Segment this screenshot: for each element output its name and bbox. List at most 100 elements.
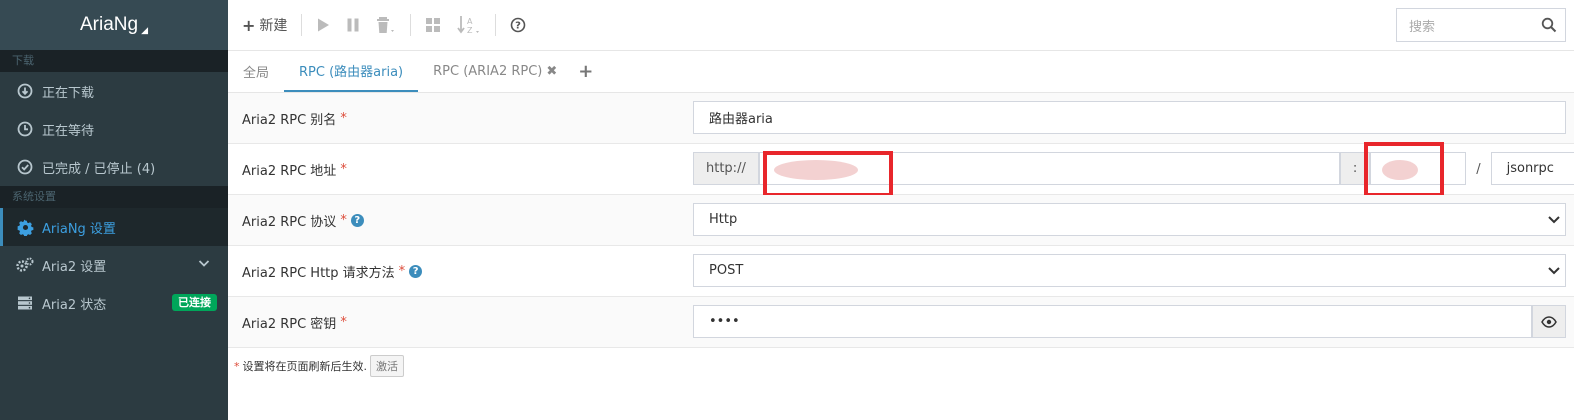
protocol-select[interactable]: Http xyxy=(693,203,1566,236)
sort-alpha-icon: AZ xyxy=(457,16,480,35)
new-task-label: 新建 xyxy=(259,18,288,34)
sidebar-item-aria2-status[interactable]: Aria2 状态 已连接 xyxy=(0,284,228,322)
method-select[interactable]: POST xyxy=(693,254,1566,287)
alias-control: 路由器aria xyxy=(693,101,1566,134)
close-tab-icon[interactable]: ✖ xyxy=(546,64,557,79)
toolbar-divider xyxy=(301,14,303,36)
sidebar: AriaNg ◢ 下载 正在下载 正在等待 已完成 / 已停止 (4) 系统设置 xyxy=(0,0,228,420)
method-selected: POST xyxy=(709,263,744,278)
clock-icon xyxy=(16,120,34,138)
svg-text:A: A xyxy=(467,17,473,26)
new-task-button[interactable]: + 新建 xyxy=(228,0,295,51)
pause-button[interactable] xyxy=(338,0,368,51)
redaction-box-host xyxy=(763,151,893,197)
help-button[interactable]: ? xyxy=(502,0,534,51)
alias-label-text: Aria2 RPC 别名 xyxy=(242,113,337,128)
path-input[interactable]: jsonrpc xyxy=(1490,152,1574,185)
chevron-down-icon xyxy=(1547,212,1561,230)
settings-tabs: 全局 RPC (路由器aria) RPC (ARIA2 RPC) ✖ + xyxy=(228,51,1574,93)
eye-icon xyxy=(1541,315,1557,328)
sidebar-item-label: Aria2 设置 xyxy=(42,259,107,275)
plus-icon: + xyxy=(578,60,594,82)
search-placeholder: 搜索 xyxy=(1409,19,1436,35)
secret-control: •••• xyxy=(693,305,1566,338)
gears-icon xyxy=(16,256,34,274)
top-toolbar: + 新建 AZ ? 搜索 xyxy=(228,0,1574,51)
brand-caret-icon: ◢ xyxy=(141,24,148,35)
svg-text:Z: Z xyxy=(467,26,473,35)
section-header-settings: 系统设置 xyxy=(0,186,228,208)
select-all-button[interactable] xyxy=(417,0,449,51)
sort-button[interactable]: AZ xyxy=(449,0,489,51)
secret-label: Aria2 RPC 密钥 * xyxy=(242,297,347,348)
play-icon xyxy=(318,18,330,32)
section-header-download: 下载 xyxy=(0,50,228,72)
form-row-protocol: Aria2 RPC 协议 * ? Http xyxy=(228,195,1574,246)
delete-button[interactable] xyxy=(368,0,404,51)
protocol-selected: Http xyxy=(709,212,738,227)
tab-global[interactable]: 全局 xyxy=(228,50,284,92)
activate-button[interactable]: 激活 xyxy=(370,355,404,377)
required-mark: * xyxy=(340,315,347,330)
brand-logo[interactable]: AriaNg ◢ xyxy=(0,0,228,50)
settings-footer-note: * 设置将在页面刷新后生效. 激活 xyxy=(234,355,404,377)
toolbar-divider xyxy=(495,14,497,36)
protocol-addon: http:// xyxy=(693,152,759,185)
tab-label: RPC (路由器aria) xyxy=(299,64,404,80)
sidebar-item-downloading[interactable]: 正在下载 xyxy=(0,72,228,110)
required-mark: * xyxy=(340,111,347,126)
sidebar-item-waiting[interactable]: 正在等待 xyxy=(0,110,228,148)
check-circle-icon xyxy=(16,158,34,176)
help-icon[interactable]: ? xyxy=(350,214,364,227)
tab-label: 全局 xyxy=(243,65,270,81)
rpc-settings-form: Aria2 RPC 别名 * 路由器aria Aria2 RPC 地址 * http… xyxy=(228,93,1574,348)
download-circle-icon xyxy=(16,82,34,100)
search-icon xyxy=(1541,17,1557,37)
sidebar-item-label: AriaNg 设置 xyxy=(42,221,116,237)
sidebar-item-aria2-settings[interactable]: Aria2 设置 xyxy=(0,246,228,284)
address-label-text: Aria2 RPC 地址 xyxy=(242,164,337,179)
svg-text:?: ? xyxy=(516,21,522,32)
gear-icon xyxy=(16,218,34,236)
question-circle-icon: ? xyxy=(511,17,526,33)
chevron-down-icon xyxy=(198,257,210,273)
form-row-address: Aria2 RPC 地址 * http:// : / jsonrpc xyxy=(228,142,1574,197)
sidebar-item-stopped[interactable]: 已完成 / 已停止 (4) xyxy=(0,148,228,186)
sidebar-item-label: 正在下载 xyxy=(42,85,95,101)
method-control: POST xyxy=(693,254,1566,287)
add-rpc-button[interactable]: + xyxy=(572,50,599,92)
form-row-method: Aria2 RPC Http 请求方法 * ? POST xyxy=(228,246,1574,297)
secret-label-text: Aria2 RPC 密钥 xyxy=(242,317,337,332)
footer-note-text: 设置将在页面刷新后生效. xyxy=(242,360,368,373)
help-icon[interactable]: ? xyxy=(409,265,423,278)
sidebar-item-label: 已完成 / 已停止 (4) xyxy=(42,161,156,177)
form-row-alias: Aria2 RPC 别名 * 路由器aria xyxy=(228,93,1574,144)
tab-rpc-router[interactable]: RPC (路由器aria) xyxy=(284,50,419,92)
tab-label: RPC (ARIA2 RPC) xyxy=(433,63,543,79)
connection-status-badge: 已连接 xyxy=(172,294,217,311)
required-mark: * xyxy=(340,213,347,228)
required-mark: * xyxy=(398,264,406,279)
chevron-down-icon xyxy=(1547,263,1561,281)
toolbar-divider xyxy=(410,14,412,36)
ariang-app: AriaNg ◢ 下载 正在下载 正在等待 已完成 / 已停止 (4) 系统设置 xyxy=(0,0,1574,420)
address-label: Aria2 RPC 地址 * xyxy=(242,144,347,195)
brand-title: AriaNg xyxy=(80,14,139,35)
server-icon xyxy=(16,294,34,312)
start-button[interactable] xyxy=(308,0,338,51)
alias-label: Aria2 RPC 别名 * xyxy=(242,93,347,144)
alias-input[interactable]: 路由器aria xyxy=(693,101,1566,134)
plus-icon: + xyxy=(242,15,256,35)
trash-icon xyxy=(377,17,395,33)
protocol-label-text: Aria2 RPC 协议 xyxy=(242,215,337,230)
tab-rpc-aria2[interactable]: RPC (ARIA2 RPC) ✖ xyxy=(418,50,572,92)
show-secret-button[interactable] xyxy=(1532,305,1566,338)
redaction-box-port xyxy=(1364,142,1444,197)
secret-input[interactable]: •••• xyxy=(693,305,1532,338)
sidebar-item-ariang-settings[interactable]: AriaNg 设置 xyxy=(0,208,228,246)
pause-icon xyxy=(347,18,359,32)
protocol-label: Aria2 RPC 协议 * ? xyxy=(242,195,364,246)
method-label-text: Aria2 RPC Http 请求方法 xyxy=(242,266,395,281)
required-mark: * xyxy=(234,359,240,373)
search-input[interactable]: 搜索 xyxy=(1396,8,1566,42)
